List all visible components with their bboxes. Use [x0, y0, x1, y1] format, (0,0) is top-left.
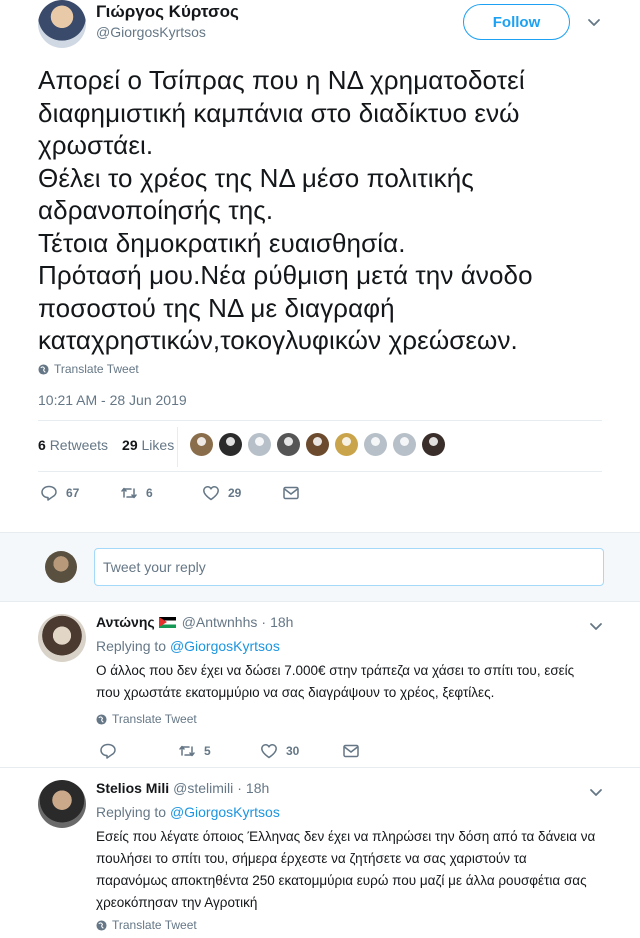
reply-text: Ο άλλος που δεν έχει να δώσει 7.000€ στη… [96, 663, 575, 700]
retweets-count: 6 [38, 437, 46, 453]
translate-tweet-link[interactable]: Translate Tweet [96, 918, 197, 932]
retweet-icon [179, 745, 195, 757]
chevron-down-icon[interactable] [588, 618, 604, 634]
replying-to-link[interactable]: @GiorgosKyrtsos [170, 804, 280, 820]
liker-avatar[interactable] [306, 433, 329, 456]
reply-icon [41, 485, 57, 501]
retweet-icon [121, 487, 137, 499]
heart-icon [203, 486, 219, 501]
message-action[interactable] [282, 484, 300, 502]
retweet-action[interactable]: 5 [178, 742, 211, 760]
liker-avatar[interactable] [190, 433, 213, 456]
retweet-count: 5 [204, 744, 211, 758]
reply-avatar[interactable] [38, 780, 86, 828]
like-action[interactable]: 29 [202, 484, 241, 502]
chevron-down-icon[interactable] [586, 14, 602, 30]
envelope-icon [283, 486, 299, 500]
reply-header: Stelios Mili @stelimili · 18h [96, 780, 269, 796]
retweet-action[interactable]: 6 [120, 484, 153, 502]
main-tweet: Γιώργος Κύρτσος @GiorgosKyrtsos Follow Α… [0, 0, 640, 532]
reply-author-name[interactable]: Αντώνης [96, 614, 155, 630]
replying-to-label: Replying to [96, 804, 167, 820]
liker-avatar[interactable] [248, 433, 271, 456]
liker-avatar[interactable] [364, 433, 387, 456]
translate-label: Translate Tweet [112, 712, 197, 726]
author-avatar[interactable] [38, 0, 86, 48]
liker-avatar[interactable] [335, 433, 358, 456]
retweets-stat[interactable]: 6 Retweets [38, 437, 108, 453]
likes-count: 29 [122, 437, 138, 453]
tweet-stats: 6 Retweets 29 Likes [38, 437, 174, 453]
heart-icon [261, 744, 277, 759]
stats-separator [177, 427, 178, 467]
author-name[interactable]: Γιώργος Κύρτσος [96, 2, 239, 22]
like-action[interactable]: 30 [260, 742, 299, 760]
liker-avatar[interactable] [422, 433, 445, 456]
reply-text: Εσείς που λέγατε όποιος Έλληνας δεν έχει… [96, 829, 596, 910]
reply-header: Αντώνης @Antwnhhs · 18h [96, 614, 293, 630]
tweet-text: Απορεί ο Τσίπρας που η ΝΔ χρηματοδοτεί δ… [38, 65, 533, 355]
reply-author-name[interactable]: Stelios Mili [96, 780, 169, 796]
translate-tweet-link[interactable]: Translate Tweet [38, 362, 139, 376]
replying-to-label: Replying to [96, 638, 167, 654]
reply-time[interactable]: 18h [246, 780, 269, 796]
replying-to-link[interactable]: @GiorgosKyrtsos [170, 638, 280, 654]
reply-action[interactable] [99, 742, 117, 760]
reply-composer: Tweet your reply [0, 532, 640, 602]
reply-count: 67 [66, 486, 80, 500]
reply-input[interactable]: Tweet your reply [94, 548, 604, 586]
like-count: 29 [228, 486, 242, 500]
current-user-avatar [45, 551, 77, 583]
replying-to: Replying to @GiorgosKyrtsos [96, 804, 280, 820]
translate-tweet-link[interactable]: Translate Tweet [96, 712, 197, 726]
message-action[interactable] [342, 742, 360, 760]
reply-tweet[interactable]: Αντώνης @Antwnhhs · 18h Replying to @Gio… [0, 602, 640, 768]
translate-label: Translate Tweet [54, 362, 139, 376]
replying-to: Replying to @GiorgosKyrtsos [96, 638, 280, 654]
likes-label: Likes [141, 437, 175, 453]
retweet-count: 6 [146, 486, 153, 500]
palestine-flag-icon [158, 616, 176, 628]
divider [38, 471, 602, 472]
liker-avatar[interactable] [219, 433, 242, 456]
reply-author-handle[interactable]: @stelimili [173, 780, 233, 796]
divider [38, 420, 602, 421]
liker-avatars [190, 433, 445, 456]
chevron-down-icon[interactable] [588, 784, 604, 800]
translate-label: Translate Tweet [112, 918, 197, 932]
reply-time[interactable]: 18h [270, 614, 293, 630]
author-handle[interactable]: @GiorgosKyrtsos [96, 24, 206, 40]
retweets-label: Retweets [49, 437, 109, 453]
globe-icon [38, 363, 49, 375]
like-count: 30 [286, 744, 300, 758]
likes-stat[interactable]: 29 Likes [122, 437, 174, 453]
separator-dot: · [237, 780, 242, 796]
liker-avatar[interactable] [277, 433, 300, 456]
envelope-icon [343, 744, 359, 758]
separator-dot: · [261, 614, 267, 630]
reply-avatar[interactable] [38, 614, 86, 662]
globe-icon [96, 919, 107, 931]
reply-tweet[interactable]: Stelios Mili @stelimili · 18h Replying t… [0, 768, 640, 938]
follow-button[interactable]: Follow [463, 4, 570, 40]
globe-icon [96, 713, 107, 725]
reply-action[interactable]: 67 [40, 484, 79, 502]
liker-avatar[interactable] [393, 433, 416, 456]
tweet-timestamp[interactable]: 10:21 AM - 28 Jun 2019 [38, 392, 187, 408]
reply-icon [100, 743, 116, 759]
reply-author-handle[interactable]: @Antwnhhs [182, 614, 258, 630]
